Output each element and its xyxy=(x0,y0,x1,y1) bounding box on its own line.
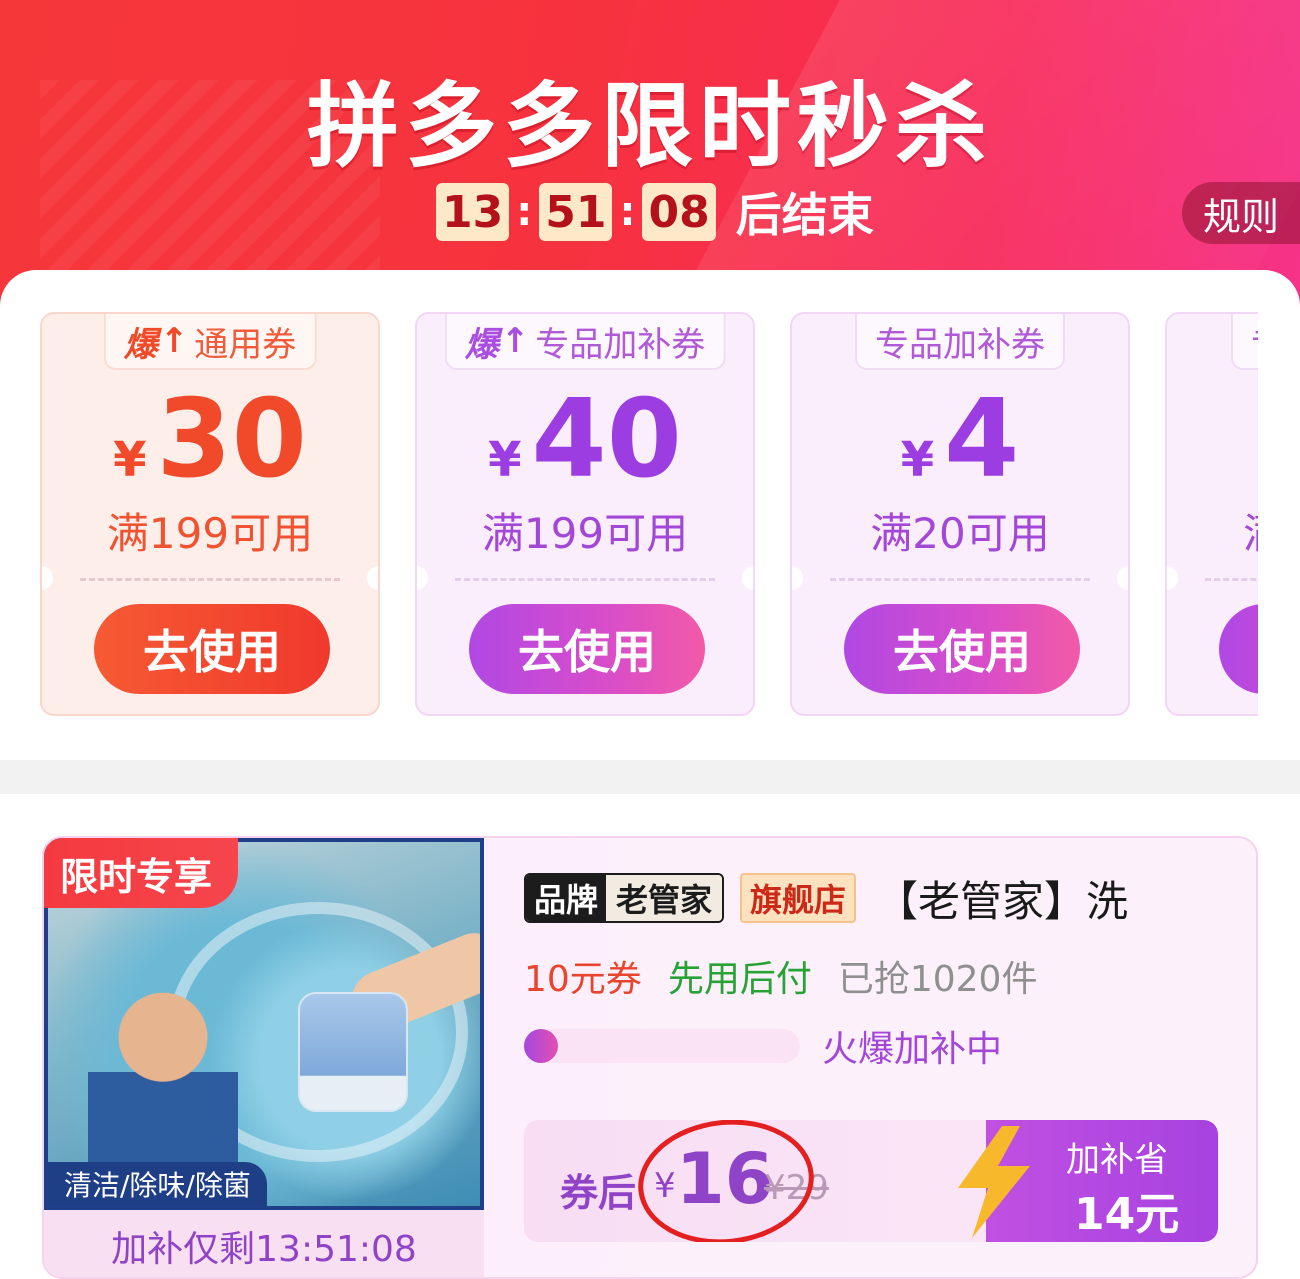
coupon-condition: 满199可用 xyxy=(481,509,689,558)
product-title[interactable]: 【老管家】洗 xyxy=(876,868,1128,929)
use-coupon-button[interactable]: 去使用 xyxy=(469,604,705,694)
page-title: 拼多多限时秒杀 xyxy=(306,73,993,180)
countdown-separator: : xyxy=(619,189,636,235)
countdown-suffix: 后结束 xyxy=(735,188,874,242)
coupon-carousel[interactable]: 爆 ↑ 通用券 ¥ 30 满199可用 去使用 爆 ↑ 专品加补券 ¥ 40 满19… xyxy=(40,312,1258,718)
after-coupon-label: 券后 xyxy=(560,1171,637,1215)
coupon-value: 30 xyxy=(156,377,307,502)
countdown-separator: : xyxy=(516,189,533,235)
coupon-amount: ¥ 4 xyxy=(792,380,1128,500)
coupon-notch xyxy=(742,566,753,590)
countdown-timer: 13 : 51 : 08 后结束 xyxy=(436,182,874,242)
coupon-card[interactable]: 爆 ↑ 通用券 ¥ 30 满199可用 去使用 xyxy=(40,312,380,716)
countdown-seconds: 08 xyxy=(642,183,716,241)
coupon-divider xyxy=(1205,578,1258,581)
use-coupon-button[interactable] xyxy=(1219,604,1258,694)
coupon-divider xyxy=(455,578,715,581)
coupon-panel: 爆 ↑ 通用券 ¥ 30 满199可用 去使用 爆 ↑ 专品加补券 ¥ 40 满19… xyxy=(0,270,1300,760)
flagship-store-badge: 旗舰店 xyxy=(740,873,857,923)
currency-symbol: ¥ xyxy=(900,432,935,488)
cleaning-tablet-graphic xyxy=(298,992,408,1112)
countdown-minutes: 51 xyxy=(539,183,613,241)
coupon-amount: ¥ 30 xyxy=(42,380,378,500)
coupon-notch xyxy=(417,566,428,590)
coupon-condition: 满 xyxy=(1243,500,1258,561)
subsidy-save-badge[interactable]: 加补省 14元 xyxy=(958,1120,1218,1242)
coupon-amount: ¥ 40 xyxy=(417,380,753,500)
sold-count: 已抢1020件 xyxy=(837,959,1038,1000)
coupon-tag: 专 xyxy=(1231,314,1258,370)
arrow-up-icon: ↑ xyxy=(500,321,530,361)
save-amount: 14元 xyxy=(1074,1189,1180,1240)
pay-later-tag: 先用后付 xyxy=(667,959,812,1000)
currency-symbol: ¥ xyxy=(488,432,522,488)
use-coupon-button[interactable]: 去使用 xyxy=(94,604,330,694)
coupon-divider xyxy=(80,578,340,581)
arrow-up-icon: ↑ xyxy=(159,321,189,361)
coupon-card[interactable]: 专品加补券 ¥ 4 满20可用 去使用 xyxy=(790,312,1130,716)
coupon-tag: 爆 ↑ 通用券 xyxy=(103,314,317,370)
coupon-value: 4 xyxy=(944,377,1020,502)
coupon-notch xyxy=(1167,566,1178,590)
coupon-card[interactable]: 爆 ↑ 专品加补券 ¥ 40 满199可用 去使用 xyxy=(415,312,755,716)
product-tags: 10元券 先用后付 已抢1020件 xyxy=(524,950,1037,1002)
coupon-tag-text: 10元券 xyxy=(524,959,642,1000)
coupon-tag-label: 专品加补券 xyxy=(535,324,706,365)
brand-badge-name: 老管家 xyxy=(606,875,723,921)
coupon-value: 40 xyxy=(531,377,682,502)
coupon-tag-label: 专品加补券 xyxy=(875,324,1045,365)
product-info: 品牌 老管家 旗舰店 【老管家】洗 10元券 先用后付 已抢1020件 火爆加补… xyxy=(522,838,1256,1277)
product-title-row[interactable]: 品牌 老管家 旗舰店 【老管家】洗 xyxy=(524,872,1128,926)
price-bar[interactable]: 券后 ¥ 16 ¥29 加补省 14元 xyxy=(524,1120,1218,1242)
coupon-tag: 专品加补券 xyxy=(855,314,1065,370)
boom-icon: 爆 xyxy=(123,324,158,365)
coupon-notch xyxy=(1117,566,1128,590)
product-card[interactable]: 清洁/除味/除菌 限时专享 加补仅剩13:51:08 品牌 老管家 旗舰店 【老… xyxy=(42,836,1258,1279)
brand-badge-key: 品牌 xyxy=(526,875,607,921)
currency-symbol: ¥ xyxy=(113,432,147,488)
save-label: 加补省 xyxy=(1066,1140,1168,1180)
coupon-tag: 爆 ↑ 专品加补券 xyxy=(444,314,726,370)
progress-label: 火爆加补中 xyxy=(822,1029,1003,1070)
exclusive-badge: 限时专享 xyxy=(44,838,239,908)
coupon-notch xyxy=(792,566,803,590)
image-feature-caption: 清洁/除味/除菌 xyxy=(48,1162,267,1206)
lightning-icon xyxy=(958,1126,1030,1238)
hand-drawn-circle-annotation xyxy=(632,1120,820,1242)
coupon-notch xyxy=(42,566,53,590)
coupon-tag-label: 通用券 xyxy=(194,324,297,365)
progress-track xyxy=(524,1029,800,1063)
use-coupon-button[interactable]: 去使用 xyxy=(844,604,1080,694)
subsidy-progress: 火爆加补中 xyxy=(524,1024,1002,1070)
coupon-notch xyxy=(367,566,378,590)
coupon-card-partial[interactable]: 专 满 xyxy=(1165,312,1258,716)
coupon-condition: 满199可用 xyxy=(106,509,314,558)
rules-button[interactable]: 规则 xyxy=(1182,182,1300,244)
brand-badge: 品牌 老管家 xyxy=(524,873,725,923)
section-separator xyxy=(0,760,1300,794)
coupon-tag-label: 专 xyxy=(1251,317,1258,366)
coupon-divider xyxy=(830,578,1090,581)
subsidy-countdown: 加补仅剩13:51:08 xyxy=(44,1210,484,1277)
countdown-hours: 13 xyxy=(436,183,510,241)
coupon-condition: 满20可用 xyxy=(870,509,1050,558)
progress-fill xyxy=(524,1029,558,1063)
boom-icon: 爆 xyxy=(464,324,499,365)
